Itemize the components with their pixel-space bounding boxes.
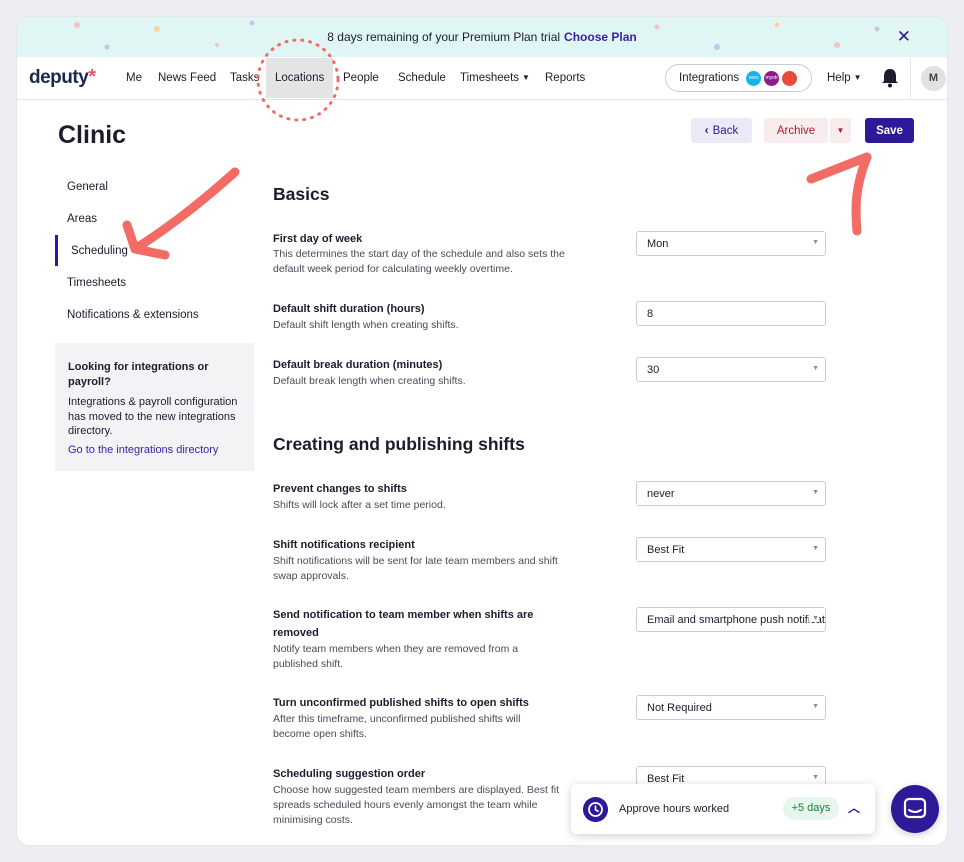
page-title: Clinic [58,121,127,149]
setting-label: Prevent changes to shifts [273,483,407,495]
close-banner-icon[interactable]: ✕ [897,27,911,47]
banner-message: 8 days remaining of your Premium Plan tr… [327,30,561,44]
setting-description: After this timeframe, unconfirmed publis… [273,713,521,740]
nav-news-feed[interactable]: News Feed [158,72,216,84]
first-day-of-week-select[interactable]: Mon ▼ [636,231,826,256]
select-value: Not Required [647,702,712,714]
xero-icon: xero [746,70,762,86]
days-badge: +5 days [783,797,839,820]
bell-icon[interactable] [881,68,899,88]
nav-people[interactable]: People [343,72,379,84]
choose-plan-link[interactable]: Choose Plan [564,30,637,44]
archive-dropdown-toggle[interactable]: ▼ [830,118,851,143]
payroll-provider-icon [782,70,798,86]
chevron-down-icon: ▼ [522,73,530,82]
default-shift-duration-input[interactable]: 8 [636,301,826,326]
nav-schedule[interactable]: Schedule [398,72,446,84]
unconfirmed-shifts-select[interactable]: Not Required ▼ [636,695,826,720]
nav-timesheets-label: Timesheets [460,72,520,84]
arrow-to-scheduling [130,167,240,254]
select-value: Mon [647,238,669,250]
archive-button[interactable]: Archive [764,118,828,143]
sidebar-active-indicator [55,235,58,266]
chevron-down-icon: ▼ [812,365,819,372]
chat-icon [903,797,927,819]
app-window: 8 days remaining of your Premium Plan tr… [16,16,948,846]
section-title-basics: Basics [273,184,330,204]
nav-timesheets[interactable]: Timesheets ▼ [460,72,530,84]
nav-locations[interactable]: Locations [266,58,334,98]
sidebar-item-scheduling[interactable]: Scheduling [71,245,128,257]
arrow-to-save [851,152,872,236]
avatar[interactable]: M [921,66,946,91]
nav-reports[interactable]: Reports [545,72,585,84]
back-label: Back [712,124,739,137]
arrow-head [122,220,170,260]
removed-shift-notification-select[interactable]: Email and smartphone push notifications ▼ [636,607,826,632]
info-box-title: Looking for integrations or payroll? [68,361,209,388]
trial-banner: 8 days remaining of your Premium Plan tr… [17,17,947,57]
integrations-button[interactable]: Integrations xero myob [665,64,812,92]
chat-launcher[interactable] [891,785,939,833]
chevron-up-icon[interactable]: ︿ [848,799,860,816]
clock-icon [583,797,608,822]
deputy-logo[interactable]: deputy* [29,66,96,89]
info-box-body: Integrations & payroll configuration has… [68,396,238,437]
setting-description: Default shift length when creating shift… [273,319,459,331]
integrations-info-box: Looking for integrations or payroll? Int… [55,343,254,471]
setting-label: Default break duration (minutes) [273,359,443,371]
setting-label: Send notification to team member when sh… [273,609,534,639]
default-break-duration-select[interactable]: 30 ▼ [636,357,826,382]
setting-description: Notify team members when they are remove… [273,643,519,670]
logo-text: deputy [29,67,89,88]
setting-label: Turn unconfirmed published shifts to ope… [273,697,529,709]
setting-description: Default break length when creating shift… [273,375,466,387]
integrations-label: Integrations [679,72,740,84]
nav-tasks[interactable]: Tasks [230,72,259,84]
section-title-creating-publishing: Creating and publishing shifts [273,434,525,454]
save-button[interactable]: Save [865,118,914,143]
sidebar-item-general[interactable]: General [67,181,108,193]
shift-notifications-recipient-select[interactable]: Best Fit ▼ [636,537,826,562]
setting-description: Choose how suggested team members are di… [273,784,559,826]
chevron-down-icon: ▼ [812,239,819,246]
setting-description: Shifts will lock after a set time period… [273,499,446,511]
nav-divider [910,59,911,98]
select-value: Best Fit [647,544,685,556]
chevron-down-icon: ▼ [812,774,819,781]
setting-label: Scheduling suggestion order [273,768,426,780]
back-button[interactable]: ‹ Back [691,118,752,143]
setting-description: Shift notifications will be sent for lat… [273,555,558,582]
approve-hours-widget[interactable]: Approve hours worked +5 days ︿ [571,784,875,834]
top-nav: deputy* Me News Feed Tasks Locations Peo… [17,57,947,100]
chevron-down-icon: ▼ [853,73,862,82]
setting-label: First day of week [273,233,363,245]
sidebar-item-timesheets[interactable]: Timesheets [67,277,126,289]
approve-hours-label: Approve hours worked [619,803,730,815]
input-value: 8 [647,308,654,320]
myob-icon: myob [764,70,780,86]
select-value: Email and smartphone push notifications [647,614,826,626]
sidebar-item-areas[interactable]: Areas [67,213,97,225]
chevron-left-icon: ‹ [704,124,709,137]
sidebar-item-notifications[interactable]: Notifications & extensions [67,309,199,321]
logo-star-icon: * [88,66,96,88]
help-label: Help [827,72,851,84]
setting-description: This determines the start day of the sch… [273,248,565,275]
chevron-down-icon: ▼ [812,545,819,552]
chevron-down-icon: ▼ [812,703,819,710]
arrow-head [806,152,872,184]
integrations-directory-link[interactable]: Go to the integrations directory [68,443,242,458]
setting-label: Default shift duration (hours) [273,303,425,315]
select-value: 30 [647,364,660,376]
nav-me[interactable]: Me [126,72,142,84]
chevron-down-icon: ▼ [812,489,819,496]
chevron-down-icon: ▼ [809,615,819,622]
help-menu[interactable]: Help ▼ [827,72,862,84]
setting-label: Shift notifications recipient [273,539,415,551]
select-value: never [647,488,675,500]
prevent-changes-select[interactable]: never ▼ [636,481,826,506]
